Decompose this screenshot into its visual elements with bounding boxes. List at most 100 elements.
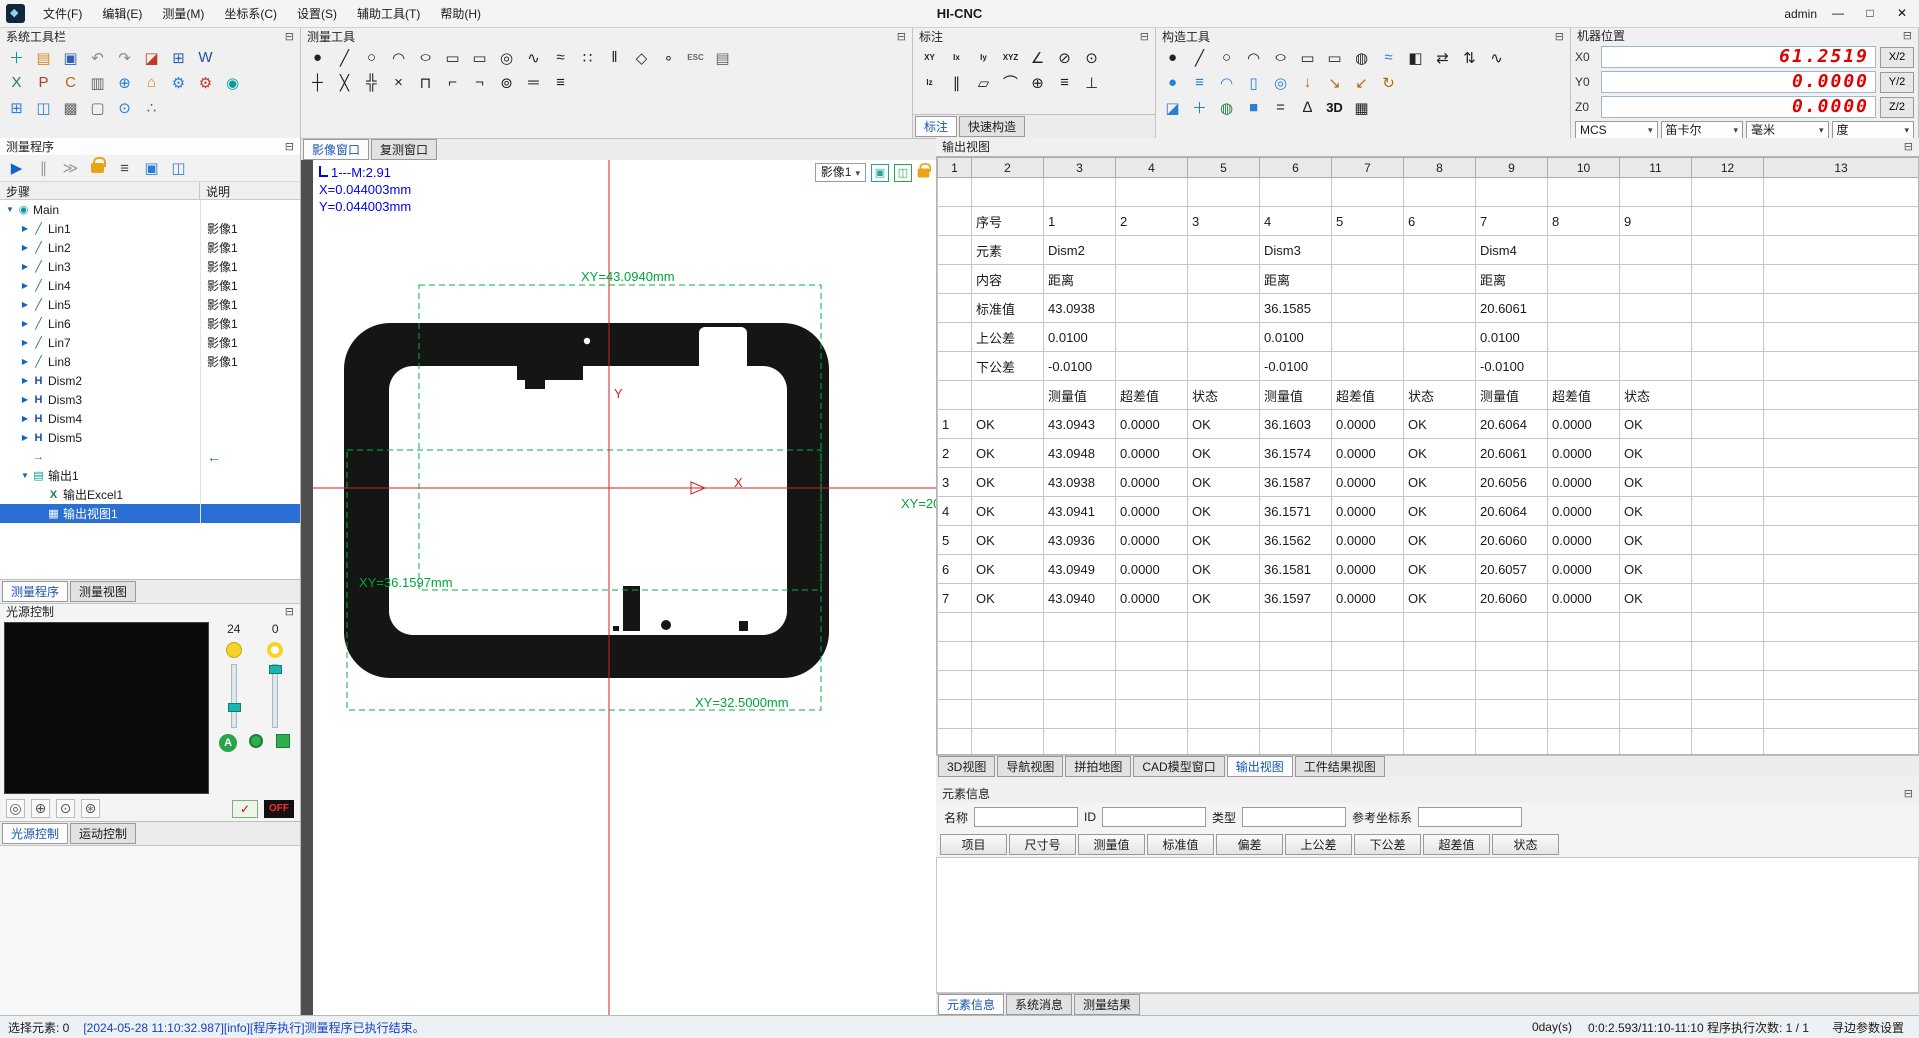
field-input-1[interactable] — [974, 807, 1078, 827]
frame-top-icon[interactable]: ⊓ — [412, 70, 439, 95]
output-cell[interactable]: 超差值 — [1548, 381, 1620, 410]
output-cell[interactable] — [1116, 294, 1188, 323]
view-tab-2[interactable]: 导航视图 — [997, 756, 1063, 777]
brightness-slider-1[interactable] — [231, 664, 237, 728]
view-tab-1[interactable]: 3D视图 — [938, 756, 995, 777]
output-cell[interactable] — [1620, 323, 1692, 352]
output-cell[interactable]: OK — [1620, 439, 1692, 468]
pin-d-icon[interactable]: ↻ — [1375, 70, 1402, 95]
camera-icon[interactable]: ◉ — [219, 70, 246, 95]
output-cell[interactable]: OK — [1620, 468, 1692, 497]
output-cell[interactable] — [1044, 729, 1116, 756]
dim-position-icon[interactable]: ⊕ — [1024, 70, 1051, 95]
output-cell[interactable]: 9 — [1620, 207, 1692, 236]
output-cell[interactable]: 测量值 — [1044, 381, 1116, 410]
menu-item-6[interactable]: 辅助工具(T) — [347, 3, 430, 25]
output-cell[interactable]: Dism2 — [1044, 236, 1116, 265]
output-cell[interactable] — [938, 700, 972, 729]
output-cell[interactable]: 43.0943 — [1044, 410, 1116, 439]
fold-icon[interactable]: ◧ — [1402, 45, 1429, 70]
output-cell[interactable]: 内容 — [972, 265, 1044, 294]
curve-icon[interactable]: ∿ — [520, 45, 547, 70]
frame-b-icon[interactable]: ¬ — [466, 70, 493, 95]
output-cell[interactable]: 36.1562 — [1260, 526, 1332, 555]
output-cell[interactable] — [1764, 381, 1919, 410]
output-cell[interactable] — [1548, 236, 1620, 265]
project-icon[interactable]: ∆ — [1294, 95, 1321, 120]
tree-item-Dism4[interactable]: ▶HDism4 — [0, 409, 300, 428]
output-cell[interactable] — [1332, 294, 1404, 323]
float-panel-icon[interactable] — [285, 139, 294, 155]
channel-a-button[interactable]: A — [219, 734, 237, 752]
output-cell[interactable] — [938, 729, 972, 756]
dim-perp-icon[interactable]: ⊥ — [1078, 70, 1105, 95]
output-cell[interactable] — [1404, 700, 1476, 729]
output-cell[interactable] — [938, 236, 972, 265]
light-off-button[interactable]: OFF — [264, 800, 294, 818]
tree-item-Dism5[interactable]: ▶HDism5 — [0, 428, 300, 447]
aux-light-icon[interactable] — [276, 734, 290, 748]
tree-expander-icon[interactable]: ▶ — [19, 357, 31, 366]
output-cell[interactable]: OK — [1188, 526, 1260, 555]
output-cell[interactable] — [1404, 729, 1476, 756]
layers-icon[interactable]: ≈ — [1375, 45, 1402, 70]
coaxial-light-icon[interactable] — [267, 642, 283, 658]
view-tab-5[interactable]: 输出视图 — [1227, 756, 1293, 777]
output-cell[interactable] — [1620, 265, 1692, 294]
output-cell[interactable] — [1548, 671, 1620, 700]
float-panel-icon[interactable] — [1904, 139, 1913, 155]
output-cell[interactable] — [1764, 642, 1919, 671]
output-col-header-10[interactable]: 10 — [1548, 158, 1620, 178]
output-cell[interactable] — [1188, 178, 1260, 207]
tree-expander-icon[interactable]: ▶ — [19, 319, 31, 328]
output-cell[interactable]: 5 — [938, 526, 972, 555]
output-cell[interactable] — [938, 323, 972, 352]
output-cell[interactable] — [1116, 671, 1188, 700]
output-cell[interactable]: -0.0100 — [1260, 352, 1332, 381]
output-cell[interactable]: OK — [972, 468, 1044, 497]
output-cell[interactable] — [1764, 729, 1919, 756]
output-cell[interactable]: 0.0000 — [1332, 555, 1404, 584]
output-cell[interactable]: 0.0000 — [1332, 526, 1404, 555]
view-tab-3[interactable]: 拼拍地图 — [1065, 756, 1131, 777]
output-cell[interactable]: 2 — [938, 439, 972, 468]
target-icon[interactable]: ⊙ — [111, 95, 138, 120]
apply-light-button[interactable] — [232, 800, 258, 818]
tile-view-icon[interactable]: ⊞ — [3, 95, 30, 120]
output-cell[interactable] — [1548, 352, 1620, 381]
output-cell[interactable]: 5 — [1332, 207, 1404, 236]
output-cell[interactable] — [1260, 613, 1332, 642]
list-icon[interactable]: ≡ — [111, 156, 138, 181]
output-cell[interactable]: 超差值 — [1116, 381, 1188, 410]
output-cell[interactable] — [1332, 265, 1404, 294]
output-cell[interactable] — [938, 642, 972, 671]
output-cell[interactable] — [1116, 642, 1188, 671]
float-panel-icon[interactable] — [1903, 28, 1912, 44]
tree-expander-icon[interactable]: ▶ — [19, 433, 31, 442]
output-cell[interactable] — [1692, 671, 1764, 700]
output-cell[interactable]: 43.0941 — [1044, 497, 1116, 526]
output-col-header-6[interactable]: 6 — [1260, 158, 1332, 178]
machine-select-2[interactable]: 笛卡尔 — [1661, 121, 1744, 139]
output-cell[interactable]: 20.6060 — [1476, 526, 1548, 555]
output-cell[interactable]: OK — [972, 526, 1044, 555]
machine-select-3[interactable]: 毫米 — [1746, 121, 1829, 139]
dual-window-icon[interactable]: ◫ — [165, 156, 192, 181]
tree-item-输出视图1[interactable]: ▦输出视图1 — [0, 504, 300, 523]
output-cell[interactable]: 4 — [938, 497, 972, 526]
output-cell[interactable] — [972, 729, 1044, 756]
camera-select[interactable]: 影像1 — [815, 163, 866, 182]
tree-item-输出Excel1[interactable]: X输出Excel1 — [0, 485, 300, 504]
output-cell[interactable] — [1188, 671, 1260, 700]
cross-rotate-icon[interactable]: ╳ — [331, 70, 358, 95]
measurement-canvas[interactable]: X Y XY=43.0940mm XY=36.1597mm XY=32.5000… — [313, 160, 936, 1015]
menu-item-2[interactable]: 编辑(E) — [92, 3, 152, 25]
output-cell[interactable]: 8 — [1548, 207, 1620, 236]
output-cell[interactable]: 20.6060 — [1476, 584, 1548, 613]
output-cell[interactable]: 标准值 — [972, 294, 1044, 323]
wave-icon[interactable]: ∿ — [1483, 45, 1510, 70]
slider-handle[interactable] — [228, 703, 241, 712]
output-cell[interactable] — [1476, 642, 1548, 671]
output-cell[interactable] — [1764, 178, 1919, 207]
tree-expander-icon[interactable]: ▶ — [19, 395, 31, 404]
